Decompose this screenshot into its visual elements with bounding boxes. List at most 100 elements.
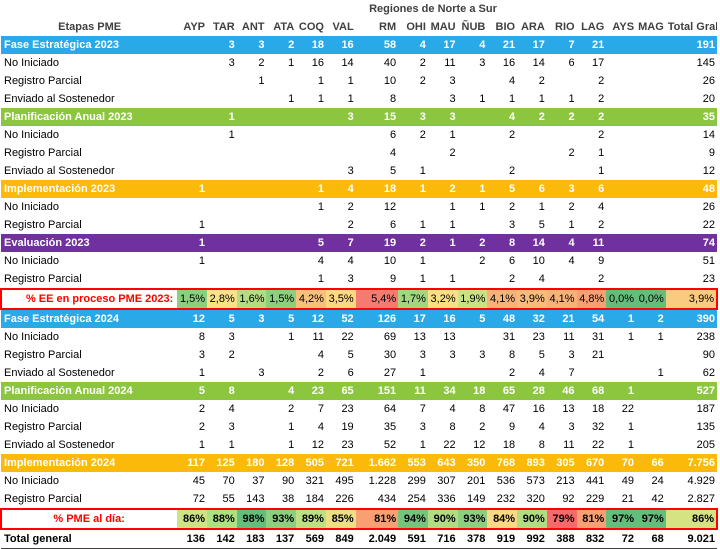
table-cell: 213 <box>556 475 575 487</box>
section-row: Planificación Anual 2024 5 8 4 23 65 151 11 34 18… <box>1 382 717 400</box>
table-cell: 505 <box>296 454 326 472</box>
table-row: Registro Parcial 1 3 9 1 1 2 4 2 23 <box>1 270 717 289</box>
table-cell: 591 <box>398 528 428 549</box>
table-cell: 553 <box>398 454 428 472</box>
table-cell <box>606 126 636 144</box>
table-row: Registro Parcial 1 2 6 1 1 3 5 1 2 22 <box>1 216 717 234</box>
table-cell: 3 <box>398 108 428 126</box>
table-cell: 97% <box>636 508 666 530</box>
table-cell: 232 <box>496 493 516 505</box>
table-cell: 5,4% <box>355 288 399 310</box>
table-cell: 94% <box>398 508 428 530</box>
table-cell: 2 <box>457 234 488 252</box>
table-cell: 390 <box>665 309 717 328</box>
table-cell: 1 <box>228 129 235 141</box>
table-cell: 1 <box>419 219 426 231</box>
table-cell: 716 <box>427 528 458 549</box>
table-cell: 86% <box>177 508 208 530</box>
table-cell: 434 <box>377 493 397 505</box>
table-cell <box>636 126 666 144</box>
table-cell: 6 <box>347 367 354 379</box>
table-cell: 0,0% <box>636 288 666 310</box>
table-cell: 10 <box>383 75 397 87</box>
table-cell <box>606 364 636 382</box>
table-cell: 4 <box>487 108 518 126</box>
table-cell: 11 <box>312 331 324 343</box>
table-cell: 1,6% <box>236 288 267 310</box>
table-cell: 5 <box>347 349 354 361</box>
table-cell: 4 <box>347 255 354 267</box>
table-cell: 4,1% <box>487 288 518 310</box>
row-label: Enviado al Sostenedor <box>4 439 115 451</box>
table-cell: 4.929 <box>687 475 715 487</box>
table-cell: 1,5% <box>177 288 208 310</box>
table-cell: 22 <box>443 439 456 451</box>
table-cell: 5 <box>296 234 326 252</box>
table-cell: 3 <box>236 36 267 54</box>
table-cell: 1,7% <box>398 288 428 310</box>
table-cell: 3 <box>427 108 458 126</box>
table-cell: 3 <box>347 273 354 285</box>
table-cell: 52 <box>383 439 397 451</box>
table-cell: 51 <box>702 255 715 267</box>
table-cell: 4,8% <box>576 288 607 310</box>
table-cell: 65 <box>325 382 356 400</box>
table-row: No Iniciado 1 2 12 1 1 2 1 2 4 26 <box>1 198 717 216</box>
table-cell: 17 <box>398 309 428 328</box>
table-cell: 3,9% <box>665 288 719 310</box>
table-cell: 569 <box>296 528 326 549</box>
table-cell: 37 <box>252 475 265 487</box>
table-cell: 4 <box>538 367 545 379</box>
table-cell: 68 <box>636 528 666 549</box>
table-cell: 1 <box>449 201 456 213</box>
table-cell: 13 <box>562 403 575 415</box>
table-cell: 4,1% <box>546 288 577 310</box>
table-cell <box>398 198 428 216</box>
table-row: Registro Parcial 2 3 1 4 19 35 3 8 2 9 4 3 32 1 135 <box>1 418 717 436</box>
table-row: No Iniciado 2 4 2 7 23 64 7 4 8 47 16 13 18 22 187 <box>1 400 717 418</box>
table-cell <box>207 144 237 162</box>
row-label: Registro Parcial <box>4 273 82 285</box>
column-header: LAG <box>581 21 605 33</box>
column-header: MAU <box>430 21 456 33</box>
table-cell: 12 <box>383 201 397 213</box>
table-cell: 143 <box>246 493 265 505</box>
table-cell: 12 <box>311 439 324 451</box>
table-cell: 3 <box>568 421 575 433</box>
table-cell <box>636 36 666 54</box>
table-cell: 28 <box>517 382 547 400</box>
table-cell <box>606 216 636 234</box>
table-cell: 85% <box>325 508 356 530</box>
table-cell: 17 <box>427 36 458 54</box>
table-cell <box>636 198 666 216</box>
table-cell: 81% <box>576 508 607 530</box>
table-cell: 2 <box>598 75 605 87</box>
table-row: Registro Parcial 4 2 2 1 9 <box>1 144 717 162</box>
title-row: Regiones de Norte a Sur <box>1 0 717 18</box>
table-cell <box>266 162 296 180</box>
table-cell: 1 <box>288 421 295 433</box>
table-cell <box>207 252 237 270</box>
table-cell: 14 <box>341 57 354 69</box>
column-header: RIO <box>555 21 575 33</box>
table-cell <box>237 144 267 162</box>
table-cell: 3 <box>258 367 265 379</box>
column-header: TAR <box>212 21 235 33</box>
table-cell: 3 <box>449 349 456 361</box>
table-cell <box>266 234 297 252</box>
table-cell: 1 <box>479 201 486 213</box>
table-cell: 4 <box>538 273 545 285</box>
table-cell: 1 <box>508 93 516 105</box>
table-cell: 13 <box>413 331 426 343</box>
table-cell: 8 <box>449 421 456 433</box>
table-cell: 48 <box>665 180 717 198</box>
table-cell: 5 <box>487 180 518 198</box>
table-cell: 2 <box>517 108 547 126</box>
table-cell: 1 <box>419 273 426 285</box>
table-cell <box>547 162 577 180</box>
column-header: Total Gral <box>667 21 717 33</box>
table-cell <box>296 216 326 234</box>
row-label: Registro Parcial <box>4 421 82 433</box>
table-cell: 8 <box>198 331 206 343</box>
column-header: AYS <box>612 21 635 33</box>
